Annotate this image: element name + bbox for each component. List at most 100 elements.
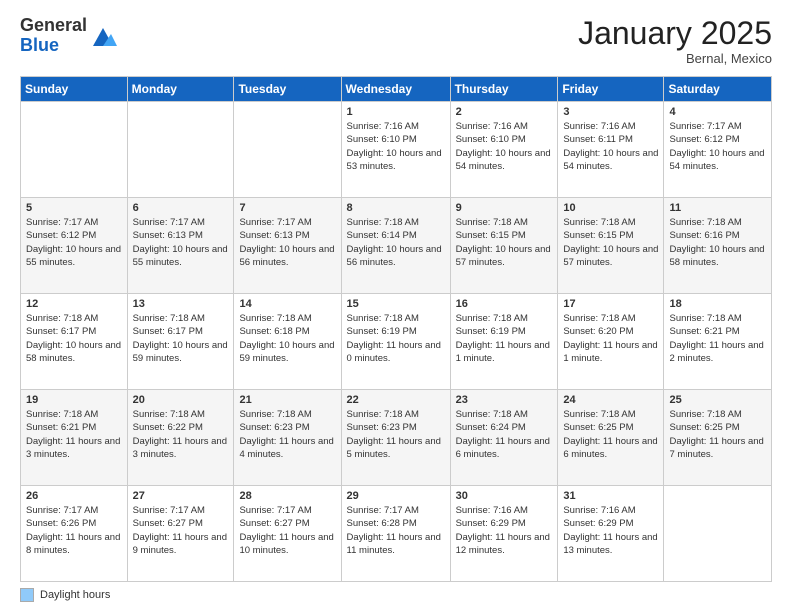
day-number: 27 — [133, 490, 229, 502]
day-info: Sunrise: 7:18 AM Sunset: 6:23 PM Dayligh… — [347, 408, 445, 461]
day-info: Sunrise: 7:18 AM Sunset: 6:19 PM Dayligh… — [456, 312, 553, 365]
day-info: Sunrise: 7:16 AM Sunset: 6:11 PM Dayligh… — [563, 120, 658, 173]
day-cell: 25Sunrise: 7:18 AM Sunset: 6:25 PM Dayli… — [664, 390, 772, 486]
day-cell: 20 Sunrise: 7:18 AM Sunset: 6:22 PM Dayli… — [127, 390, 234, 486]
day-cell: 15 Sunrise: 7:18 AM Sunset: 6:19 PM Dayli… — [341, 294, 450, 390]
day-info: Sunrise: 7:18 AM Sunset: 6:15 PM Dayligh… — [456, 216, 553, 269]
header: General Blue January 2025 Bernal, Mexico — [20, 16, 772, 66]
day-info: Sunrise: 7:16 AM Sunset: 6:29 PM Dayligh… — [563, 504, 658, 557]
day-number: 16 — [456, 298, 553, 310]
day-info: Sunrise: 7:17 AM Sunset: 6:26 PM Dayligh… — [26, 504, 122, 557]
day-cell: 26 Sunrise: 7:17 AM Sunset: 6:26 PM Dayli… — [21, 486, 128, 582]
day-number: 13 — [133, 298, 229, 310]
day-number: 18 — [669, 298, 766, 310]
day-number: 11 — [669, 202, 766, 214]
day-cell: 3 Sunrise: 7:16 AM Sunset: 6:11 PM Daylig… — [558, 102, 664, 198]
day-info: Sunrise: 7:18 AM Sunset: 6:17 PM Dayligh… — [133, 312, 229, 365]
calendar-header-row: SundayMondayTuesdayWednesdayThursdayFrid… — [21, 77, 772, 102]
day-info: Sunrise: 7:16 AM Sunset: 6:29 PM Dayligh… — [456, 504, 553, 557]
day-cell: 1 Sunrise: 7:16 AM Sunset: 6:10 PM Daylig… — [341, 102, 450, 198]
day-cell: 16 Sunrise: 7:18 AM Sunset: 6:19 PM Dayli… — [450, 294, 558, 390]
logo-blue: Blue — [20, 35, 59, 55]
day-info: Sunrise: 7:16 AM Sunset: 6:10 PM Dayligh… — [347, 120, 445, 173]
day-number: 1 — [347, 106, 445, 118]
day-info: Sunrise: 7:17 AM Sunset: 6:13 PM Dayligh… — [239, 216, 335, 269]
week-row-2: 5 Sunrise: 7:17 AM Sunset: 6:12 PM Daylig… — [21, 198, 772, 294]
footer: Daylight hours — [20, 588, 772, 602]
day-number: 26 — [26, 490, 122, 502]
day-number: 23 — [456, 394, 553, 406]
day-header-wednesday: Wednesday — [341, 77, 450, 102]
day-header-sunday: Sunday — [21, 77, 128, 102]
day-info: Sunrise: 7:17 AM Sunset: 6:12 PM Dayligh… — [26, 216, 122, 269]
title-block: January 2025 Bernal, Mexico — [578, 16, 772, 66]
day-number: 31 — [563, 490, 658, 502]
day-number: 9 — [456, 202, 553, 214]
day-header-tuesday: Tuesday — [234, 77, 341, 102]
week-row-1: 1 Sunrise: 7:16 AM Sunset: 6:10 PM Daylig… — [21, 102, 772, 198]
day-info: Sunrise: 7:18 AM Sunset: 6:18 PM Dayligh… — [239, 312, 335, 365]
day-cell: 23Sunrise: 7:18 AM Sunset: 6:24 PM Dayli… — [450, 390, 558, 486]
day-cell: 5 Sunrise: 7:17 AM Sunset: 6:12 PM Daylig… — [21, 198, 128, 294]
day-number: 29 — [347, 490, 445, 502]
day-header-saturday: Saturday — [664, 77, 772, 102]
day-cell: 22 Sunrise: 7:18 AM Sunset: 6:23 PM Dayli… — [341, 390, 450, 486]
day-number: 10 — [563, 202, 658, 214]
day-info: Sunrise: 7:16 AM Sunset: 6:10 PM Dayligh… — [456, 120, 553, 173]
day-cell: 7Sunrise: 7:17 AM Sunset: 6:13 PM Daylig… — [234, 198, 341, 294]
day-number: 25 — [669, 394, 766, 406]
day-number: 17 — [563, 298, 658, 310]
day-number: 19 — [26, 394, 122, 406]
day-cell: 10 Sunrise: 7:18 AM Sunset: 6:15 PM Dayli… — [558, 198, 664, 294]
day-number: 4 — [669, 106, 766, 118]
day-header-monday: Monday — [127, 77, 234, 102]
day-info: Sunrise: 7:17 AM Sunset: 6:28 PM Dayligh… — [347, 504, 445, 557]
day-cell: 17 Sunrise: 7:18 AM Sunset: 6:20 PM Dayli… — [558, 294, 664, 390]
day-number: 20 — [133, 394, 229, 406]
day-number: 14 — [239, 298, 335, 310]
day-info: Sunrise: 7:18 AM Sunset: 6:19 PM Dayligh… — [347, 312, 445, 365]
day-info: Sunrise: 7:18 AM Sunset: 6:15 PM Dayligh… — [563, 216, 658, 269]
day-cell: 6Sunrise: 7:17 AM Sunset: 6:13 PM Daylig… — [127, 198, 234, 294]
day-info: Sunrise: 7:18 AM Sunset: 6:14 PM Dayligh… — [347, 216, 445, 269]
day-number: 8 — [347, 202, 445, 214]
day-cell: 14 Sunrise: 7:18 AM Sunset: 6:18 PM Dayli… — [234, 294, 341, 390]
month-title: January 2025 — [578, 16, 772, 51]
day-info: Sunrise: 7:18 AM Sunset: 6:21 PM Dayligh… — [26, 408, 122, 461]
day-info: Sunrise: 7:17 AM Sunset: 6:27 PM Dayligh… — [239, 504, 335, 557]
day-cell — [664, 486, 772, 582]
day-cell: 27 Sunrise: 7:17 AM Sunset: 6:27 PM Dayli… — [127, 486, 234, 582]
day-cell: 9 Sunrise: 7:18 AM Sunset: 6:15 PM Daylig… — [450, 198, 558, 294]
day-number: 15 — [347, 298, 445, 310]
daylight-label: Daylight hours — [40, 589, 110, 601]
day-cell: 24Sunrise: 7:18 AM Sunset: 6:25 PM Dayli… — [558, 390, 664, 486]
day-number: 21 — [239, 394, 335, 406]
day-info: Sunrise: 7:18 AM Sunset: 6:17 PM Dayligh… — [26, 312, 122, 365]
page: General Blue January 2025 Bernal, Mexico… — [0, 0, 792, 612]
location-subtitle: Bernal, Mexico — [578, 51, 772, 66]
day-cell: 31 Sunrise: 7:16 AM Sunset: 6:29 PM Dayli… — [558, 486, 664, 582]
day-info: Sunrise: 7:17 AM Sunset: 6:13 PM Dayligh… — [133, 216, 229, 269]
logo: General Blue — [20, 16, 117, 56]
week-row-4: 19 Sunrise: 7:18 AM Sunset: 6:21 PM Dayli… — [21, 390, 772, 486]
day-info: Sunrise: 7:18 AM Sunset: 6:22 PM Dayligh… — [133, 408, 229, 461]
day-info: Sunrise: 7:18 AM Sunset: 6:21 PM Dayligh… — [669, 312, 766, 365]
day-cell — [21, 102, 128, 198]
week-row-3: 12Sunrise: 7:18 AM Sunset: 6:17 PM Dayli… — [21, 294, 772, 390]
day-info: Sunrise: 7:17 AM Sunset: 6:27 PM Dayligh… — [133, 504, 229, 557]
day-header-thursday: Thursday — [450, 77, 558, 102]
day-cell: 13 Sunrise: 7:18 AM Sunset: 6:17 PM Dayli… — [127, 294, 234, 390]
day-cell: 21Sunrise: 7:18 AM Sunset: 6:23 PM Dayli… — [234, 390, 341, 486]
day-cell — [234, 102, 341, 198]
logo-general: General — [20, 15, 87, 35]
day-number: 2 — [456, 106, 553, 118]
day-number: 30 — [456, 490, 553, 502]
day-cell: 2 Sunrise: 7:16 AM Sunset: 6:10 PM Daylig… — [450, 102, 558, 198]
day-number: 22 — [347, 394, 445, 406]
day-cell — [127, 102, 234, 198]
day-info: Sunrise: 7:18 AM Sunset: 6:20 PM Dayligh… — [563, 312, 658, 365]
day-cell: 28Sunrise: 7:17 AM Sunset: 6:27 PM Dayli… — [234, 486, 341, 582]
day-number: 3 — [563, 106, 658, 118]
day-cell: 12Sunrise: 7:18 AM Sunset: 6:17 PM Dayli… — [21, 294, 128, 390]
day-number: 5 — [26, 202, 122, 214]
